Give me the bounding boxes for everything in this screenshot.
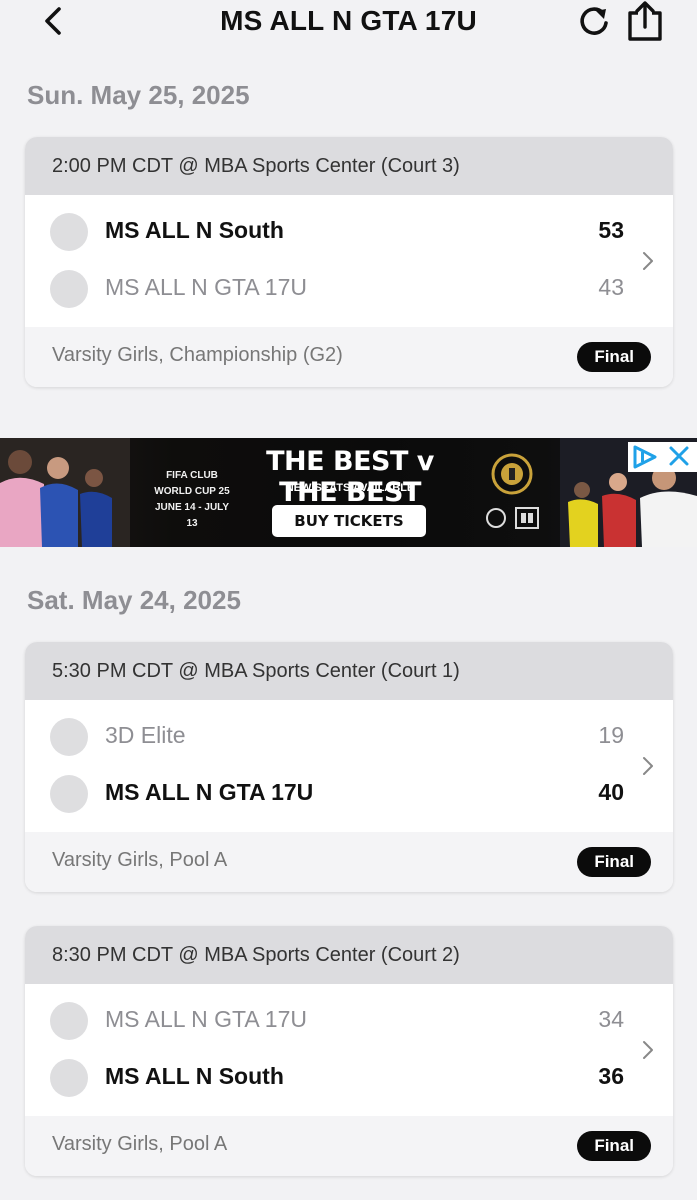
buy-tickets-button[interactable]: BUY TICKETS NOW xyxy=(272,505,426,547)
team-name: MS ALL N GTA 17U xyxy=(105,1006,307,1032)
team-logo xyxy=(50,775,88,813)
nav-bar: MS ALL N GTA 17U xyxy=(0,0,697,44)
team-logo xyxy=(50,213,88,251)
team-logo xyxy=(50,270,88,308)
team-score: 19 xyxy=(598,722,624,748)
adchoices-icon[interactable] xyxy=(628,442,662,472)
game-card[interactable]: 8:30 PM CDT @ MBA Sports Center (Court 2… xyxy=(25,926,673,1176)
game-time-location: 5:30 PM CDT @ MBA Sports Center (Court 1… xyxy=(25,642,673,700)
game-time-location: 8:30 PM CDT @ MBA Sports Center (Court 2… xyxy=(25,926,673,984)
game-teams: MS ALL N South 53 MS ALL N GTA 17U 43 xyxy=(25,195,673,327)
team-row: MS ALL N GTA 17U 40 xyxy=(25,765,673,821)
game-time-location: 2:00 PM CDT @ MBA Sports Center (Court 3… xyxy=(25,137,673,195)
close-icon[interactable] xyxy=(662,442,696,472)
game-division: Varsity Girls, Pool A xyxy=(52,849,228,871)
chevron-right-icon xyxy=(643,1041,653,1059)
team-score: 34 xyxy=(598,1006,624,1032)
ad-banner[interactable]: FIFA CLUB WORLD CUP 25 JUNE 14 - JULY 13… xyxy=(0,438,697,547)
share-icon xyxy=(628,1,662,41)
game-footer: Varsity Girls, Pool A Final xyxy=(25,832,673,892)
team-score: 40 xyxy=(598,779,624,805)
team-name: MS ALL N GTA 17U xyxy=(105,779,314,805)
team-row: MS ALL N South 36 xyxy=(25,1049,673,1105)
ad-event-name: FIFA CLUB WORLD CUP 25 JUNE 14 - JULY 13 xyxy=(152,468,232,532)
trophy-crest-icon xyxy=(491,453,533,495)
game-footer: Varsity Girls, Championship (G2) Final xyxy=(25,327,673,387)
ad-headline: THE BEST v THE BEST xyxy=(266,446,434,508)
team-logo xyxy=(50,718,88,756)
chevron-right-icon xyxy=(643,757,653,775)
status-badge: Final xyxy=(577,342,651,372)
refresh-button[interactable] xyxy=(575,2,613,40)
team-logo xyxy=(50,1059,88,1097)
game-teams: 3D Elite 19 MS ALL N GTA 17U 40 xyxy=(25,700,673,832)
game-footer: Varsity Girls, Pool A Final xyxy=(25,1116,673,1176)
status-badge: Final xyxy=(577,1131,651,1161)
ad-event-dates: JUNE 14 - JULY 13 xyxy=(154,502,230,529)
team-name: MS ALL N GTA 17U xyxy=(105,274,307,300)
team-row: MS ALL N South 53 xyxy=(25,203,673,259)
team-score: 43 xyxy=(598,274,624,300)
game-teams: MS ALL N GTA 17U 34 MS ALL N South 36 xyxy=(25,984,673,1116)
ad-players-image xyxy=(0,438,130,547)
ad-event-line1: FIFA CLUB xyxy=(166,470,218,481)
game-card[interactable]: 5:30 PM CDT @ MBA Sports Center (Court 1… xyxy=(25,642,673,892)
status-badge: Final xyxy=(577,847,651,877)
team-row: MS ALL N GTA 17U 34 xyxy=(25,992,673,1048)
team-name: MS ALL N South xyxy=(105,217,284,243)
team-logo xyxy=(50,1002,88,1040)
game-card[interactable]: 2:00 PM CDT @ MBA Sports Center (Court 3… xyxy=(25,137,673,387)
team-row: MS ALL N GTA 17U 43 xyxy=(25,260,673,316)
team-name: 3D Elite xyxy=(105,722,186,748)
team-row: 3D Elite 19 xyxy=(25,708,673,764)
team-score: 36 xyxy=(598,1063,624,1089)
game-division: Varsity Girls, Championship (G2) xyxy=(52,344,343,366)
ad-choices[interactable] xyxy=(628,442,697,472)
date-header: Sat. May 24, 2025 xyxy=(27,585,241,615)
chevron-right-icon xyxy=(643,252,653,270)
refresh-icon xyxy=(580,7,608,35)
date-header: Sun. May 25, 2025 xyxy=(27,80,250,110)
ad-event-line2: WORLD CUP 25 xyxy=(154,486,230,497)
sponsor-logos-icon xyxy=(486,507,539,529)
team-score: 53 xyxy=(598,217,624,243)
ad-subline: NEW SEATS AVAILABLE xyxy=(285,482,415,494)
game-division: Varsity Girls, Pool A xyxy=(52,1133,228,1155)
share-button[interactable] xyxy=(624,0,666,42)
team-name: MS ALL N South xyxy=(105,1063,284,1089)
